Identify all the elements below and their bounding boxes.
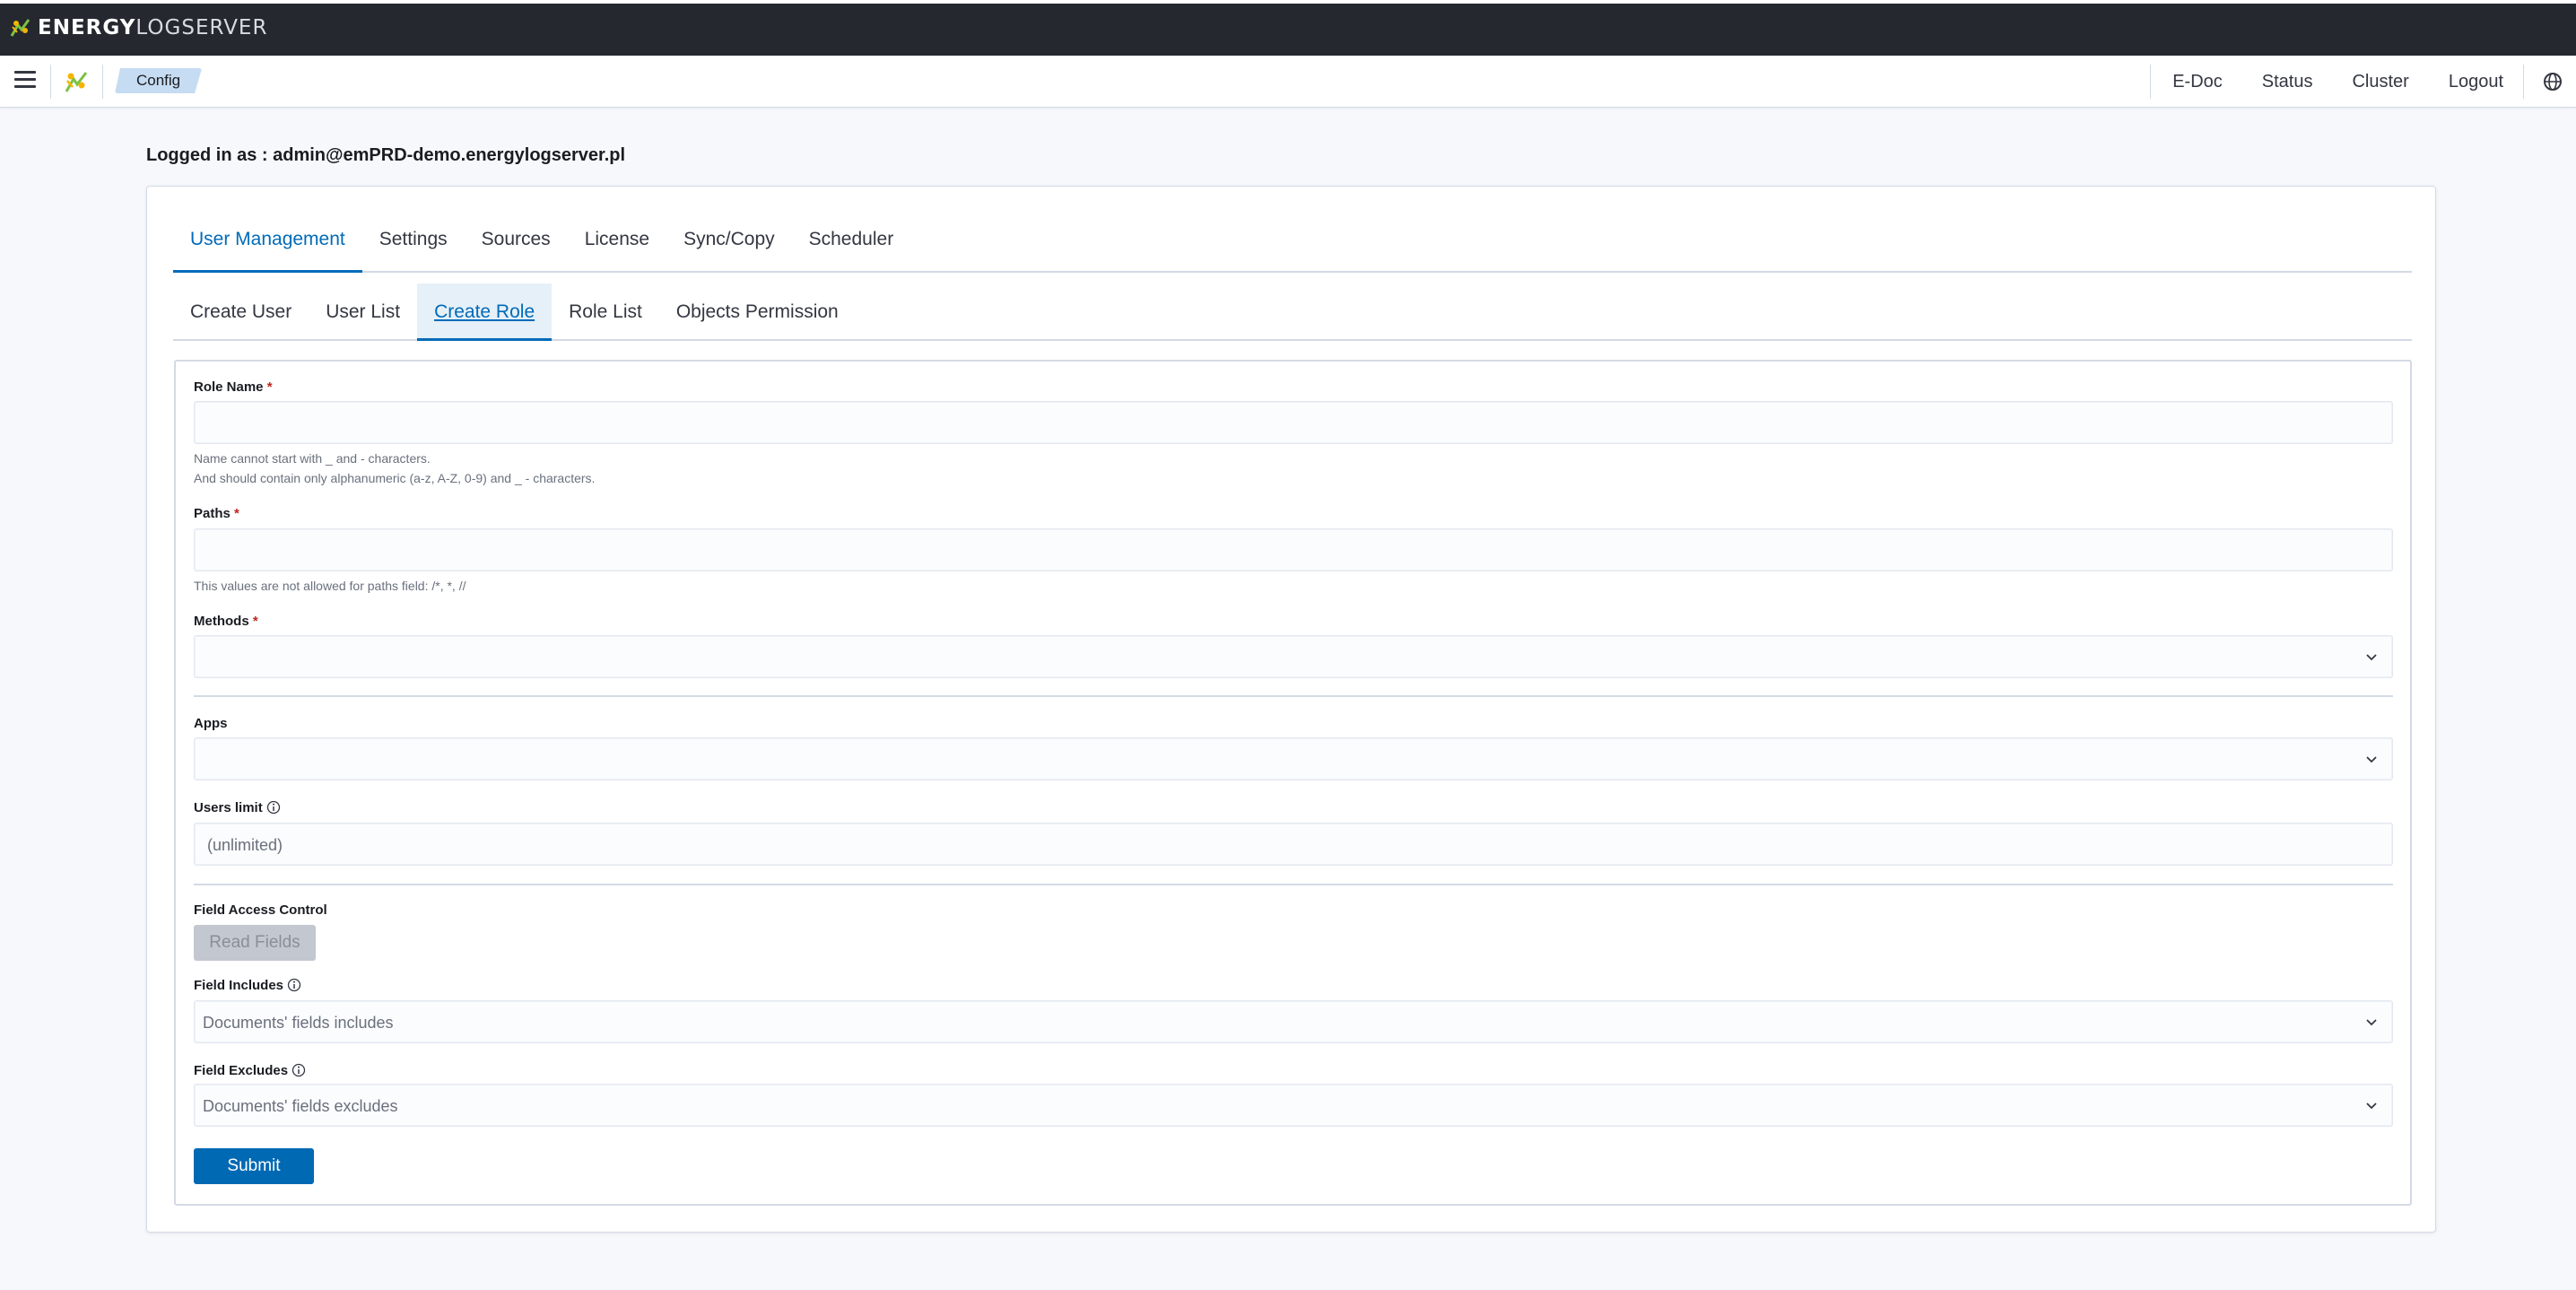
paths-label: Paths * — [194, 506, 239, 521]
field-excludes-placeholder: Documents' fields excludes — [203, 1097, 398, 1115]
role-name-help-1: Name cannot start with _ and - character… — [194, 451, 431, 466]
field-excludes-select[interactable]: Documents' fields excludes — [194, 1084, 2393, 1127]
sub-tabs: Create User User List Create Role Role L… — [173, 283, 2412, 341]
status-link[interactable]: Status — [2262, 72, 2313, 92]
users-limit-input[interactable]: (unlimited) — [194, 823, 2393, 866]
header-links: E-Doc Status Cluster Logout — [2150, 56, 2576, 108]
field-includes-placeholder: Documents' fields includes — [203, 1014, 394, 1032]
tab-user-management[interactable]: User Management — [173, 217, 362, 273]
subtab-create-user[interactable]: Create User — [173, 283, 309, 341]
logged-in-text: Logged in as : admin@emPRD-demo.energylo… — [146, 145, 626, 165]
field-access-control-label: Field Access Control — [194, 902, 327, 918]
tab-sources[interactable]: Sources — [465, 217, 568, 273]
tab-settings[interactable]: Settings — [362, 217, 465, 273]
header-divider — [102, 65, 103, 99]
subtab-create-role[interactable]: Create Role — [417, 283, 553, 341]
tab-license[interactable]: License — [568, 217, 666, 273]
config-panel: User Management Settings Sources License… — [146, 186, 2436, 1233]
field-includes-select[interactable]: Documents' fields includes — [194, 1000, 2393, 1043]
submit-button[interactable]: Submit — [194, 1148, 314, 1184]
chevron-down-icon — [2366, 756, 2377, 763]
role-name-label: Role Name * — [194, 379, 273, 395]
create-role-form: Role Name * Name cannot start with _ and… — [174, 360, 2412, 1206]
header-divider — [50, 65, 51, 99]
info-icon[interactable] — [292, 1063, 306, 1077]
users-limit-value: (unlimited) — [207, 836, 283, 854]
chevron-down-icon — [2366, 1019, 2377, 1026]
brand-name: ENERGYLOGSERVER — [38, 16, 268, 39]
divider — [194, 884, 2393, 885]
menu-icon[interactable] — [14, 71, 36, 91]
edoc-link[interactable]: E-Doc — [2172, 72, 2223, 92]
users-limit-label: Users limit — [194, 800, 281, 815]
field-excludes-label: Field Excludes — [194, 1063, 306, 1078]
brand[interactable]: ENERGYLOGSERVER — [9, 16, 267, 39]
header-divider — [2523, 65, 2524, 99]
info-icon[interactable] — [287, 978, 301, 992]
app-header: Config E-Doc Status Cluster Logout — [0, 56, 2576, 108]
field-includes-label: Field Includes — [194, 978, 301, 993]
cluster-link[interactable]: Cluster — [2352, 72, 2408, 92]
energy-logo-icon — [10, 19, 30, 37]
subtab-objects-permission[interactable]: Objects Permission — [659, 283, 856, 341]
read-fields-button[interactable]: Read Fields — [194, 925, 316, 961]
subtab-role-list[interactable]: Role List — [552, 283, 659, 341]
tab-sync-copy[interactable]: Sync/Copy — [666, 217, 792, 273]
main-tabs: User Management Settings Sources License… — [173, 217, 2412, 273]
apps-label: Apps — [194, 716, 228, 731]
apps-select[interactable] — [194, 737, 2393, 780]
globe-icon[interactable] — [2542, 71, 2563, 92]
breadcrumb-config[interactable]: Config — [115, 68, 202, 93]
top-bar: ENERGYLOGSERVER — [0, 0, 2576, 56]
methods-select[interactable] — [194, 635, 2393, 678]
role-name-input[interactable] — [194, 401, 2393, 444]
info-icon[interactable] — [266, 800, 281, 815]
divider — [194, 695, 2393, 697]
header-divider — [2150, 65, 2152, 99]
subtab-user-list[interactable]: User List — [309, 283, 417, 341]
chevron-down-icon — [2366, 654, 2377, 661]
tab-scheduler[interactable]: Scheduler — [792, 217, 911, 273]
app-logo-icon[interactable] — [63, 68, 90, 95]
chevron-down-icon — [2366, 1103, 2377, 1110]
paths-help: This values are not allowed for paths fi… — [194, 579, 466, 593]
paths-input[interactable] — [194, 528, 2393, 571]
logout-link[interactable]: Logout — [2449, 72, 2503, 92]
role-name-help-2: And should contain only alphanumeric (a-… — [194, 471, 596, 485]
methods-label: Methods * — [194, 614, 258, 629]
